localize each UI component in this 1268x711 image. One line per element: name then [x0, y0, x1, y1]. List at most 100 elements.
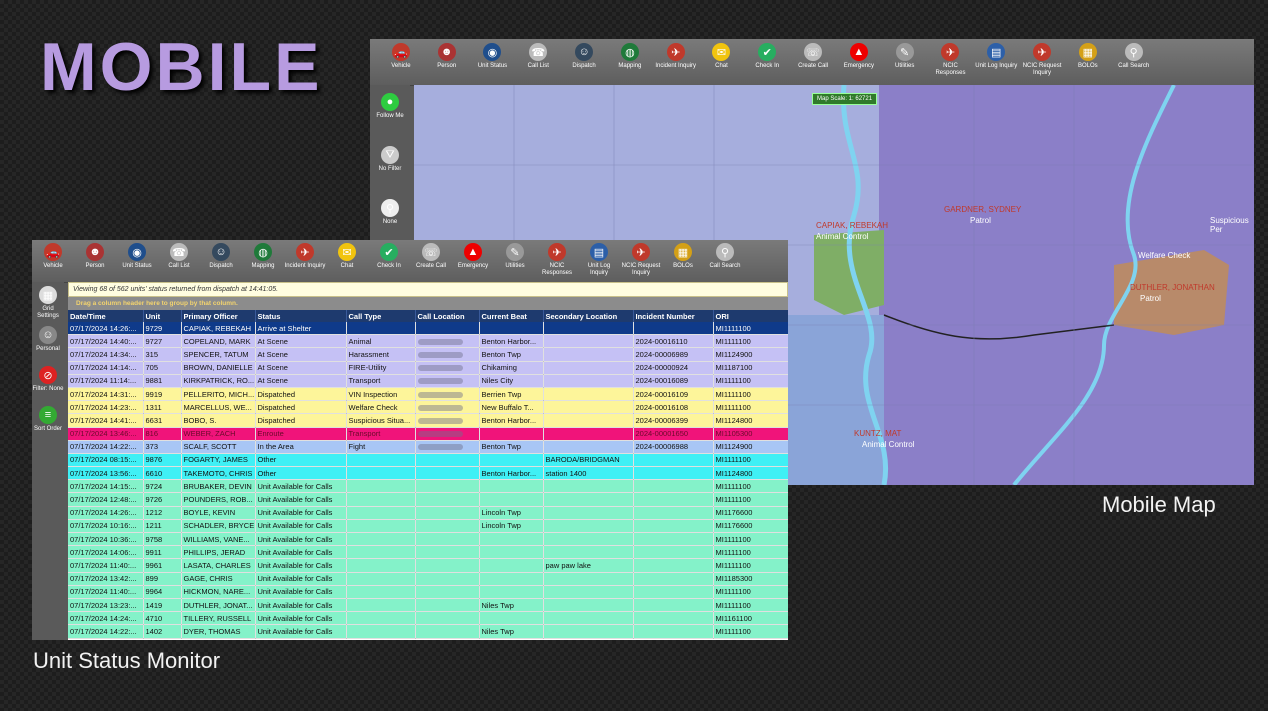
- column-header-date-time[interactable]: Date/Time: [68, 310, 144, 322]
- cell-current-beat: [479, 558, 544, 573]
- usm-side-button-grid-settings[interactable]: ▦ Grid Settings: [32, 282, 64, 322]
- map-toolbar-button-chat[interactable]: ✉ Chat: [699, 39, 745, 85]
- map-toolbar-button-bolos[interactable]: ▦ BOLOs: [1065, 39, 1111, 85]
- cell-current-beat: Benton Harbor...: [479, 413, 544, 428]
- map-toolbar-button-vehicle[interactable]: 🚗 Vehicle: [378, 39, 424, 85]
- table-row[interactable]: 07/17/2024 11:14:... 9881 KIRKPATRICK, RO.…: [68, 374, 788, 388]
- usm-toolbar-button-bolos[interactable]: ▦ BOLOs: [662, 240, 704, 282]
- cell-secondary-location: [543, 545, 634, 560]
- column-header-primary-officer[interactable]: Primary Officer: [181, 310, 256, 322]
- map-toolbar-button-check-in[interactable]: ✔ Check In: [744, 39, 790, 85]
- usm-toolbar-button-utilities[interactable]: ✎ Utilities: [494, 240, 536, 282]
- usm-toolbar-button-ncic-request-inquiry[interactable]: ✈ NCIC Request Inquiry: [620, 240, 662, 282]
- column-header-current-beat[interactable]: Current Beat: [479, 310, 544, 322]
- column-header-status[interactable]: Status: [255, 310, 347, 322]
- table-row[interactable]: 07/17/2024 13:23:... 1419 DUTHLER, JONAT..…: [68, 598, 788, 613]
- map-toolbar-button-ncic-request-inquiry[interactable]: ✈ NCIC Request Inquiry: [1019, 39, 1065, 85]
- map-toolbar-button-label: Unit Status: [477, 63, 508, 69]
- map-side-button-no-filter[interactable]: ⛛ No Filter: [370, 138, 410, 191]
- usm-side-button-filter-none[interactable]: ⊘ Filter: None: [32, 362, 64, 402]
- map-side-button-follow-me[interactable]: ● Follow Me: [370, 85, 410, 138]
- map-side-button-none[interactable]: ⚲ None: [370, 191, 410, 244]
- table-row[interactable]: 07/17/2024 14:40:... 9727 COPELAND, MARK At…: [68, 334, 788, 349]
- table-row[interactable]: 07/17/2024 10:16:... 1211 SCHADLER, BRYCE U…: [68, 519, 788, 534]
- usm-toolbar-button-dispatch[interactable]: ☺ Dispatch: [200, 240, 242, 282]
- column-header-incident-number[interactable]: Incident Number: [633, 310, 714, 322]
- cell-primary-officer: BOYLE, KEVIN: [181, 506, 256, 520]
- usm-toolbar-button-unit-log-inquiry[interactable]: ▤ Unit Log Inquiry: [578, 240, 620, 282]
- map-toolbar-button-utilities[interactable]: ✎ Utilities: [882, 39, 928, 85]
- map-toolbar-button-mapping[interactable]: ◍ Mapping: [607, 39, 653, 85]
- usm-toolbar-button-label: Unit Log Inquiry: [587, 263, 611, 276]
- grid-settings-icon: ▦: [39, 286, 57, 304]
- map-toolbar-button-person[interactable]: ☻ Person: [424, 39, 470, 85]
- unit-log-icon: ▤: [987, 43, 1006, 61]
- usm-toolbar-button-person[interactable]: ☻ Person: [74, 240, 116, 282]
- checkmark-icon: ✔: [758, 43, 777, 61]
- cell-secondary-location: [543, 374, 634, 388]
- column-header-secondary-location[interactable]: Secondary Location: [543, 310, 634, 322]
- usm-toolbar-button-unit-status[interactable]: ◉ Unit Status: [116, 240, 158, 282]
- usm-toolbar-button-mapping[interactable]: ◍ Mapping: [242, 240, 284, 282]
- cell-unit: 9964: [143, 585, 182, 599]
- table-row[interactable]: 07/17/2024 12:48:... 9726 POUNDERS, ROB...…: [68, 492, 788, 507]
- usm-toolbar-button-vehicle[interactable]: 🚗 Vehicle: [32, 240, 74, 282]
- table-row[interactable]: 07/17/2024 14:15:... 9724 BRUBAKER, DEVIN U…: [68, 479, 788, 494]
- usm-side-button-personal[interactable]: ☺ Personal: [32, 322, 64, 362]
- map-toolbar-button-create-call[interactable]: ☏ Create Call: [790, 39, 836, 85]
- table-row[interactable]: 07/17/2024 14:14:... 705 BROWN, DANIELLE At…: [68, 361, 788, 375]
- table-row[interactable]: 07/17/2024 11:40:... 9961 LASATA, CHARLES U…: [68, 558, 788, 573]
- map-toolbar-button-emergency[interactable]: ▲ Emergency: [836, 39, 882, 85]
- table-row[interactable]: 07/17/2024 11:40:... 9964 HICKMON, NARE...…: [68, 585, 788, 599]
- map-toolbar-button-incident-inquiry[interactable]: ✈ Incident Inquiry: [653, 39, 699, 85]
- map-toolbar-button-dispatch[interactable]: ☺ Dispatch: [561, 39, 607, 85]
- column-header-call-location[interactable]: Call Location: [415, 310, 480, 322]
- usm-toolbar-button-chat[interactable]: ✉ Chat: [326, 240, 368, 282]
- table-row[interactable]: 07/17/2024 14:26:... 9729 CAPIAK, REBEKAH A…: [68, 322, 788, 336]
- cell-incident-number: [633, 624, 714, 639]
- usm-toolbar-button-check-in[interactable]: ✔ Check In: [368, 240, 410, 282]
- map-toolbar-button-call-list[interactable]: ☎ Call List: [515, 39, 561, 85]
- table-row[interactable]: 07/17/2024 14:26:... 1212 BOYLE, KEVIN Unit…: [68, 506, 788, 520]
- table-row[interactable]: 07/17/2024 14:23:... 1311 MARCELLUS, WE...…: [68, 400, 788, 415]
- cell-ori: MI1111100: [713, 387, 788, 402]
- cell-current-beat: [479, 322, 544, 336]
- map-toolbar-button-unit-log-inquiry[interactable]: ▤ Unit Log Inquiry: [973, 39, 1019, 85]
- table-row[interactable]: 07/17/2024 14:22:... 373 SCALF, SCOTT In th…: [68, 440, 788, 454]
- table-row[interactable]: 07/17/2024 14:24:... 4710 TILLERY, RUSSELL…: [68, 611, 788, 626]
- table-row[interactable]: 07/17/2024 14:31:... 9919 PELLERITO, MICH.…: [68, 387, 788, 402]
- usm-side-button-sort-order[interactable]: ≡ Sort Order: [32, 402, 64, 442]
- usm-toolbar-button-call-search[interactable]: ⚲ Call Search: [704, 240, 746, 282]
- cell-call-location: [415, 598, 480, 613]
- cell-call-type: Welfare Check: [346, 400, 416, 415]
- cell-incident-number: 2024-00000924: [633, 361, 714, 375]
- table-row[interactable]: 07/17/2024 14:22:... 1402 DYER, THOMAS Unit…: [68, 624, 788, 639]
- map-toolbar-button-ncic-responses[interactable]: ✈ NCIC Responses: [928, 39, 974, 85]
- table-row[interactable]: 07/17/2024 08:15:... 9876 FOGARTY, JAMES Ot…: [68, 453, 788, 468]
- column-header-call-type[interactable]: Call Type: [346, 310, 416, 322]
- usm-toolbar-button-label: Incident Inquiry: [284, 263, 326, 269]
- column-header-ori[interactable]: ORI: [713, 310, 788, 322]
- table-row[interactable]: 07/17/2024 13:46:... 816 WEBER, ZACH Enrout…: [68, 427, 788, 441]
- redacted-location: [417, 365, 463, 372]
- map-toolbar-button-call-search[interactable]: ⚲ Call Search: [1111, 39, 1157, 85]
- usm-toolbar-button-emergency[interactable]: ▲ Emergency: [452, 240, 494, 282]
- usm-toolbar-button-call-list[interactable]: ☎ Call List: [158, 240, 200, 282]
- cell-secondary-location: [543, 624, 634, 639]
- table-row[interactable]: 07/17/2024 14:41:... 6631 BOBO, S. Dispatch…: [68, 413, 788, 428]
- table-row[interactable]: 07/17/2024 14:34:... 315 SPENCER, TATUM At …: [68, 347, 788, 362]
- column-header-unit[interactable]: Unit: [143, 310, 182, 322]
- cell-ori: MI1111100: [713, 479, 788, 494]
- table-row[interactable]: 07/17/2024 13:42:... 899 GAGE, CHRIS Unit A…: [68, 572, 788, 586]
- usm-toolbar-button-create-call[interactable]: ☏ Create Call: [410, 240, 452, 282]
- map-toolbar-button-label: NCIC Request Inquiry: [1022, 63, 1062, 76]
- cell-secondary-location: [543, 387, 634, 402]
- map-toolbar-button-unit-status[interactable]: ◉ Unit Status: [470, 39, 516, 85]
- usm-toolbar-button-incident-inquiry[interactable]: ✈ Incident Inquiry: [284, 240, 326, 282]
- group-by-bar[interactable]: Drag a column header here to group by th…: [68, 297, 788, 310]
- table-row[interactable]: 07/17/2024 14:06:... 9911 PHILLIPS, JERAD U…: [68, 545, 788, 560]
- table-row[interactable]: 07/17/2024 13:56:... 6610 TAKEMOTO, CHRIS O…: [68, 466, 788, 481]
- cell-status: Unit Available for Calls: [255, 611, 347, 626]
- usm-toolbar-button-ncic-responses[interactable]: ✈ NCIC Responses: [536, 240, 578, 282]
- table-row[interactable]: 07/17/2024 10:36:... 9758 WILLIAMS, VANE..…: [68, 532, 788, 547]
